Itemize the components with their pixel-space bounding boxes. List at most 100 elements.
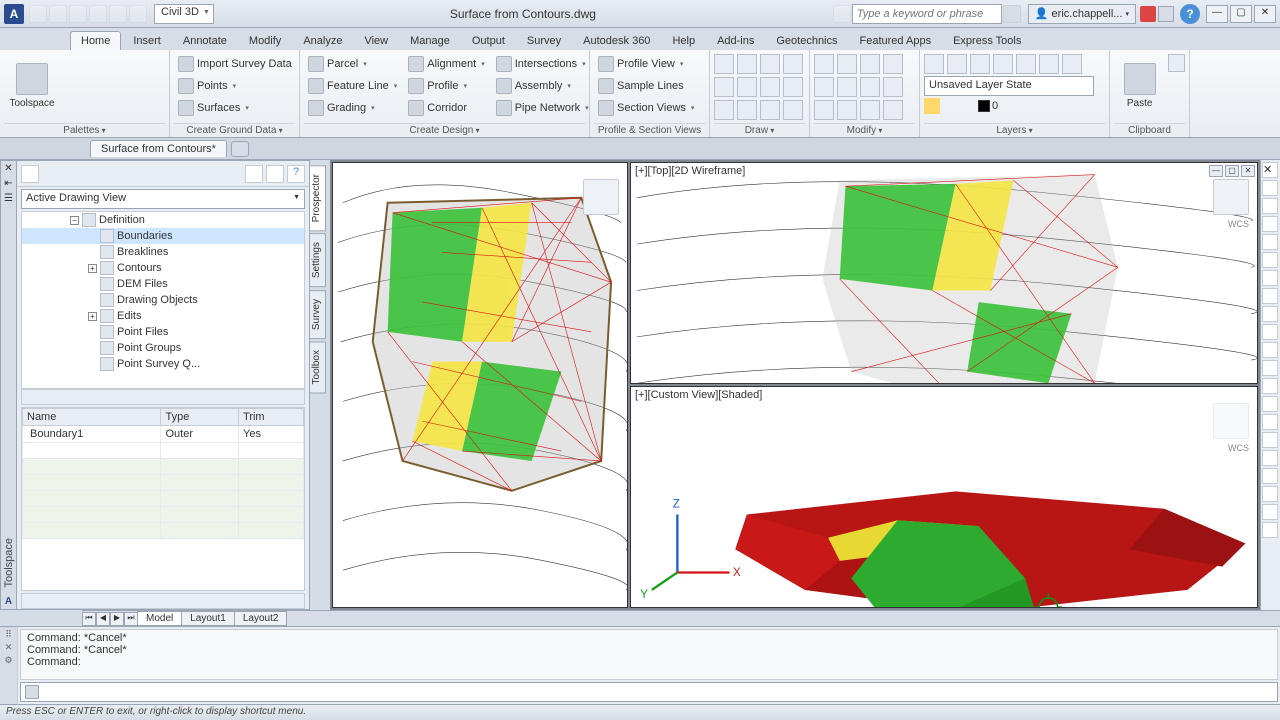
search-input[interactable] — [852, 4, 1002, 24]
draw-point-icon[interactable] — [783, 77, 803, 97]
tree-node[interactable]: Point Survey Q... — [117, 358, 200, 370]
draw-arc-icon[interactable] — [783, 54, 803, 74]
app-menu-icon[interactable]: A — [4, 4, 24, 24]
points-button[interactable]: Points — [174, 76, 296, 96]
move-icon[interactable] — [814, 54, 834, 74]
tab-output[interactable]: Output — [462, 32, 515, 50]
surfaces-button[interactable]: Surfaces — [174, 98, 296, 118]
nav-icon[interactable] — [1262, 342, 1278, 358]
collapse-icon[interactable]: − — [70, 216, 79, 225]
col-type[interactable]: Type — [161, 409, 239, 426]
draw-block-icon[interactable] — [783, 100, 803, 120]
tab-manage[interactable]: Manage — [400, 32, 460, 50]
profile-button[interactable]: Profile — [404, 76, 488, 96]
tree-node[interactable]: Definition — [99, 214, 145, 226]
qat-print-icon[interactable] — [89, 5, 107, 23]
expand-icon[interactable]: + — [88, 264, 97, 273]
intersections-button[interactable]: Intersections — [492, 54, 593, 74]
item-grid[interactable]: NameTypeTrim Boundary1OuterYes — [21, 407, 305, 591]
palette-icon[interactable] — [63, 72, 79, 88]
sectionviews-button[interactable]: Section Views — [594, 98, 698, 118]
fillet-icon[interactable] — [860, 77, 880, 97]
file-tab-new[interactable] — [231, 141, 249, 157]
nav-icon[interactable] — [1262, 522, 1278, 538]
qat-open-icon[interactable] — [49, 5, 67, 23]
draw-ellipse-icon[interactable] — [737, 77, 757, 97]
tab-settings[interactable]: Settings — [309, 233, 326, 287]
tab-featuredapps[interactable]: Featured Apps — [850, 32, 942, 50]
vp-close-icon[interactable]: ✕ — [1241, 165, 1255, 177]
exchange-icon[interactable] — [1140, 6, 1156, 22]
layer-color-swatch[interactable] — [978, 100, 990, 112]
copy-icon[interactable] — [814, 77, 834, 97]
layer-color-icon[interactable] — [1016, 54, 1036, 74]
nav-icon[interactable] — [1262, 468, 1278, 484]
import-survey-button[interactable]: Import Survey Data — [174, 54, 296, 74]
nav-icon[interactable] — [1262, 270, 1278, 286]
tab-modify[interactable]: Modify — [239, 32, 291, 50]
col-name[interactable]: Name — [23, 409, 161, 426]
workspace-dropdown[interactable]: Civil 3D — [154, 4, 214, 24]
layer-sun-icon[interactable] — [942, 98, 958, 114]
tree-node[interactable]: Boundaries — [117, 230, 173, 242]
close-button[interactable]: ✕ — [1254, 5, 1276, 23]
nav-icon[interactable] — [1262, 432, 1278, 448]
qat-new-icon[interactable] — [29, 5, 47, 23]
viewcube[interactable] — [583, 179, 619, 215]
nav-icon[interactable] — [1262, 450, 1278, 466]
layout-layout2[interactable]: Layout2 — [234, 611, 288, 626]
tab-geotechnics[interactable]: Geotechnics — [766, 32, 847, 50]
ts-tool1-icon[interactable] — [245, 165, 263, 183]
palette-icon[interactable] — [99, 54, 115, 70]
nav-icon[interactable] — [1262, 414, 1278, 430]
table-row[interactable] — [23, 491, 304, 507]
layer-bulb-icon[interactable] — [924, 98, 940, 114]
scale-icon[interactable] — [837, 100, 857, 120]
viewcube[interactable] — [1213, 403, 1249, 439]
tab-home[interactable]: Home — [70, 31, 121, 50]
palette-icon[interactable] — [81, 54, 97, 70]
explode-icon[interactable] — [883, 77, 903, 97]
minimize-button[interactable]: — — [1206, 5, 1228, 23]
vp-max-icon[interactable]: ▢ — [1225, 165, 1239, 177]
viewport-custom[interactable]: [+][Custom View][Shaded] WCS Z X — [630, 386, 1258, 608]
corridor-button[interactable]: Corridor — [404, 98, 488, 118]
palette-icon[interactable] — [63, 90, 79, 106]
tab-autodesk360[interactable]: Autodesk 360 — [573, 32, 660, 50]
stayconnected-icon[interactable] — [1158, 6, 1174, 22]
tree-node[interactable]: Point Files — [117, 326, 168, 338]
draw-text-icon[interactable] — [760, 100, 780, 120]
table-row[interactable] — [23, 443, 304, 459]
command-input[interactable] — [20, 682, 1278, 702]
cmd-close-icon[interactable]: ✕ — [5, 642, 13, 653]
viewport-left[interactable] — [332, 162, 628, 608]
viewport-top[interactable]: [+][Top][2D Wireframe] —▢✕ WCS — [630, 162, 1258, 384]
layer-off-icon[interactable] — [947, 54, 967, 74]
palette-pin-icon[interactable]: ⇤ — [4, 176, 12, 191]
layer-match-icon[interactable] — [1062, 54, 1082, 74]
layout-prev-icon[interactable]: ◀ — [96, 612, 110, 626]
draw-circle-icon[interactable] — [760, 54, 780, 74]
tab-analyze[interactable]: Analyze — [293, 32, 352, 50]
tab-expresstools[interactable]: Express Tools — [943, 32, 1031, 50]
table-row[interactable]: Boundary1OuterYes — [23, 426, 304, 443]
nav-zoom-icon[interactable] — [1262, 216, 1278, 232]
signin-dropdown[interactable]: 👤eric.chappell...▾ — [1028, 4, 1136, 24]
tab-addins[interactable]: Add-ins — [707, 32, 764, 50]
samplelines-button[interactable]: Sample Lines — [594, 76, 698, 96]
search-go-icon[interactable] — [1003, 5, 1021, 23]
tab-view[interactable]: View — [354, 32, 398, 50]
stretch-icon[interactable] — [814, 100, 834, 120]
alignment-button[interactable]: Alignment — [404, 54, 488, 74]
ts-home-icon[interactable] — [21, 165, 39, 183]
tab-prospector[interactable]: Prospector — [309, 165, 326, 231]
toolspace-button[interactable]: Toolspace — [4, 54, 60, 118]
parcel-button[interactable]: Parcel — [304, 54, 401, 74]
infocenter-search-icon[interactable] — [833, 5, 851, 23]
table-row[interactable] — [23, 459, 304, 475]
draw-spline-icon[interactable] — [714, 100, 734, 120]
table-row[interactable] — [23, 523, 304, 539]
command-history[interactable]: Command: *Cancel* Command: *Cancel* Comm… — [20, 629, 1278, 680]
tab-survey[interactable]: Survey — [309, 290, 326, 339]
nav-icon[interactable] — [1262, 288, 1278, 304]
